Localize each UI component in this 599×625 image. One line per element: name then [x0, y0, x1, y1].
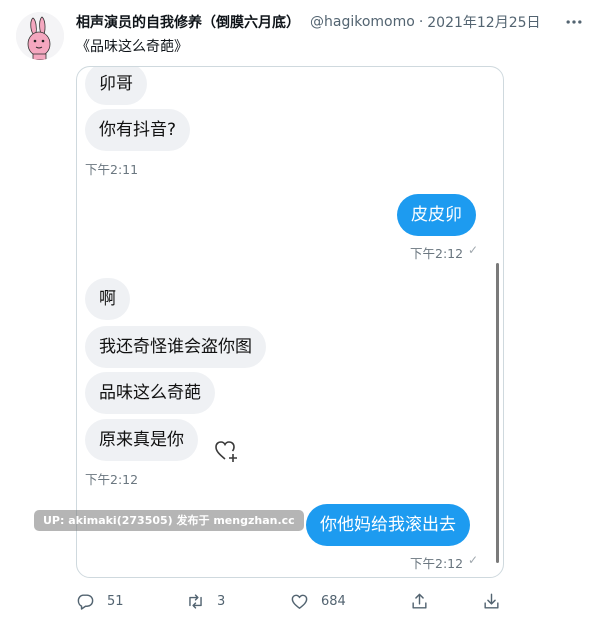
display-name[interactable]: 相声演员的自我修养（倒膜六月底） [76, 12, 300, 32]
read-check-icon: ✓ [468, 553, 479, 567]
tweet-card: 相声演员的自我修养（倒膜六月底） @hagikomomo · 2021年12月2… [0, 0, 599, 625]
retweet-icon [189, 593, 202, 609]
chat-bubble-incoming: 原来真是你 [85, 419, 198, 461]
separator-dot: · [418, 14, 424, 30]
chat-bubble-outgoing: 你他妈给我滚出去 [306, 504, 470, 546]
tweet-media-image[interactable]: 卯哥 你有抖音? 下午2:11 皮皮卯 下午2:12 ✓ 啊 我还奇怪谁会盗你图… [76, 66, 504, 578]
tweet-date[interactable]: 2021年12月25日 [427, 12, 540, 32]
chat-bubble-outgoing: 皮皮卯 [397, 194, 476, 236]
heart-icon [291, 594, 308, 609]
retweet-count: 3 [217, 593, 226, 609]
share-button[interactable] [410, 586, 429, 616]
reply-button[interactable]: 51 [76, 586, 124, 616]
chat-timestamp: 下午2:12 [85, 472, 139, 487]
rabbit-avatar-icon [16, 12, 64, 60]
watermark: UP: akimaki(273505) 发布于 mengzhan.cc [34, 510, 304, 531]
chat-bubble-incoming: 卯哥 [85, 67, 147, 105]
more-icon [566, 20, 582, 24]
share-icon [412, 593, 427, 609]
chat-bubble-incoming: 品味这么奇葩 [85, 372, 215, 414]
heart-plus-icon [215, 441, 237, 462]
reply-icon [77, 593, 94, 610]
more-options-button[interactable] [560, 8, 588, 36]
download-button[interactable] [482, 586, 501, 616]
download-icon [484, 593, 499, 609]
avatar[interactable] [16, 12, 64, 60]
chat-timestamp: 下午2:12 [410, 556, 464, 571]
chat-bubble-incoming: 你有抖音? [85, 109, 191, 151]
heart-react-button[interactable] [213, 437, 241, 465]
tweet-actions: 51 3 684 [76, 586, 506, 616]
chat-timestamp: 下午2:12 [410, 246, 464, 261]
tweet-text: 《品味这么奇葩》 [76, 39, 188, 55]
tweet-header: 相声演员的自我修养（倒膜六月底） @hagikomomo · 2021年12月2… [76, 11, 576, 33]
like-count: 684 [321, 593, 346, 609]
like-button[interactable]: 684 [290, 586, 346, 616]
chat-bubble-incoming: 啊 [85, 278, 130, 320]
chat-scrollbar [496, 263, 499, 563]
user-handle[interactable]: @hagikomomo [310, 14, 415, 30]
retweet-button[interactable]: 3 [186, 586, 225, 616]
chat-timestamp: 下午2:11 [85, 162, 139, 177]
reply-count: 51 [107, 593, 124, 609]
read-check-icon: ✓ [468, 243, 479, 257]
chat-bubble-incoming: 我还奇怪谁会盗你图 [85, 326, 266, 368]
